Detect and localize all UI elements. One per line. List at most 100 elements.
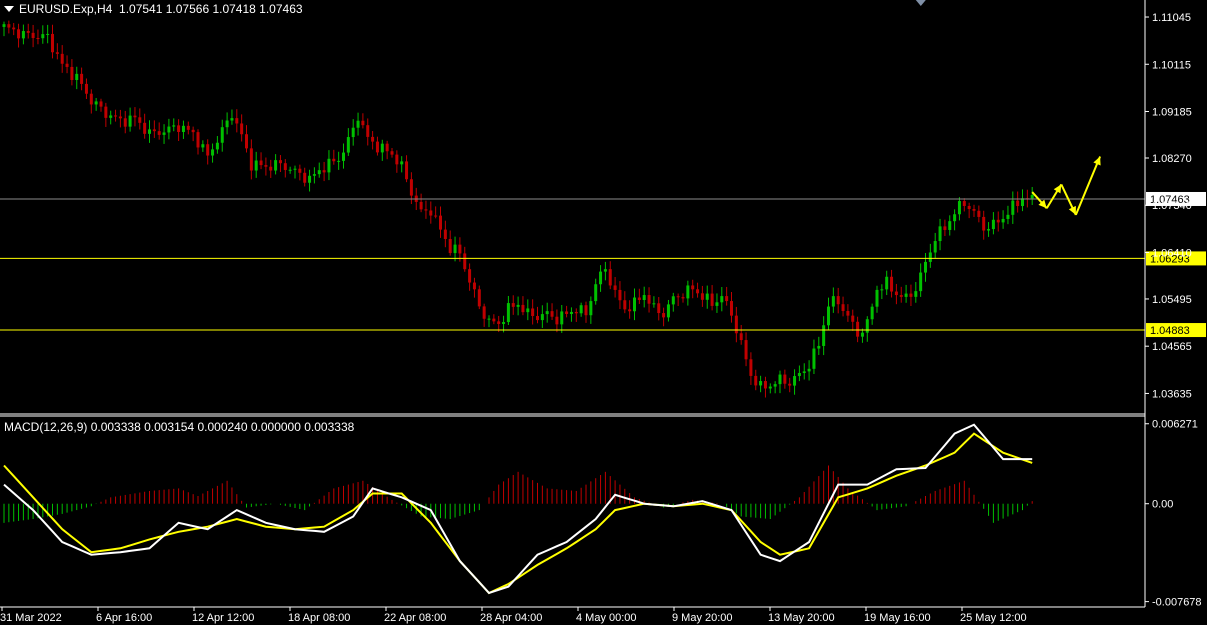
candle-body <box>560 311 564 325</box>
candle-body <box>982 216 986 231</box>
candle-body <box>298 168 302 173</box>
candle-body <box>700 293 704 300</box>
price-tag-label: 1.04883 <box>1150 325 1190 337</box>
candle-body <box>953 214 957 222</box>
candle-body <box>628 309 632 312</box>
candle-body <box>579 305 583 314</box>
candle-body <box>375 141 379 153</box>
candle-body <box>831 296 835 307</box>
candle-body <box>783 374 787 384</box>
candle-body <box>1006 214 1010 219</box>
candle-body <box>608 269 612 286</box>
candle-body <box>477 289 481 307</box>
candle-body <box>773 384 777 387</box>
price-tick-label: 1.11045 <box>1152 12 1191 24</box>
candle-body <box>395 154 399 165</box>
candle-body <box>618 289 622 301</box>
price-tick-label: 1.05495 <box>1152 294 1192 306</box>
candle-body <box>31 32 35 39</box>
macd-signal-line <box>3 432 1033 595</box>
candle-body <box>807 368 811 372</box>
candle-body <box>380 143 384 153</box>
candle-body <box>458 244 462 254</box>
candle-body <box>89 93 93 105</box>
candle-body <box>177 125 181 132</box>
time-tick-label: 9 May 20:00 <box>672 612 733 624</box>
candle-body <box>346 137 350 153</box>
candle-body <box>904 293 908 297</box>
candle-body <box>739 333 743 341</box>
candle-body <box>536 315 539 321</box>
macd-tick-label: -0.007678 <box>1152 597 1202 609</box>
candle-body <box>75 73 79 81</box>
candle-body <box>991 219 995 230</box>
candle-body <box>148 129 151 134</box>
price-chart[interactable]: 1.074631.062931.048831.110451.101151.091… <box>0 0 1207 625</box>
candle-body <box>419 201 423 210</box>
candle-body <box>7 24 11 28</box>
candle-body <box>686 285 690 299</box>
candle-body <box>235 118 239 124</box>
candle-body <box>482 306 486 319</box>
shift-marker-icon[interactable] <box>915 0 926 6</box>
candle-body <box>109 115 113 118</box>
time-tick-label: 25 May 12:00 <box>960 612 1027 624</box>
price-tick-label: 1.10115 <box>1152 59 1191 71</box>
candle-body <box>759 381 763 386</box>
candle-body <box>681 297 685 299</box>
candle-body <box>405 161 409 180</box>
candle-body <box>613 285 617 290</box>
candle-body <box>21 31 25 39</box>
candle-body <box>51 33 54 53</box>
candle-body <box>60 53 64 64</box>
candle-body <box>603 269 607 272</box>
candle-body <box>856 321 860 337</box>
candle-body <box>933 241 937 253</box>
candle-body <box>899 295 903 297</box>
candle-body <box>99 101 103 107</box>
candle-body <box>167 126 171 133</box>
candle-body <box>472 282 476 290</box>
candle-body <box>550 311 554 317</box>
candle-body <box>574 311 578 314</box>
candle-body <box>967 205 971 209</box>
candle-body <box>269 166 273 171</box>
candle-body <box>744 340 748 360</box>
candle-body <box>715 302 719 306</box>
candle-body <box>793 376 797 386</box>
time-tick-label: 6 Apr 16:00 <box>96 612 152 624</box>
candle-body <box>259 160 263 166</box>
candle-body <box>191 129 195 133</box>
candle-body <box>526 308 530 313</box>
candle-body <box>2 24 6 27</box>
candle-body <box>322 170 326 173</box>
candle-body <box>26 31 30 33</box>
candle-body <box>841 304 845 311</box>
candle-body <box>337 160 341 162</box>
candle-body <box>502 322 506 324</box>
candle-body <box>652 303 656 305</box>
candle-body <box>851 315 855 322</box>
candle-body <box>875 289 879 307</box>
forecast-arrow <box>1074 156 1102 216</box>
candle-body <box>1001 218 1005 223</box>
candle-body <box>763 381 767 389</box>
candle-body <box>730 301 733 316</box>
candle-body <box>278 160 282 164</box>
candle-body <box>12 27 16 30</box>
main-price-pane <box>0 20 1145 398</box>
candle-body <box>138 117 142 123</box>
candle-body <box>400 161 404 165</box>
candle-body <box>143 122 147 134</box>
candle-body <box>584 305 588 316</box>
candle-body <box>836 296 840 305</box>
candle-body <box>181 125 185 132</box>
candle-body <box>977 210 981 217</box>
candle-body <box>317 170 321 175</box>
candle-body <box>342 152 345 161</box>
candle-body <box>569 311 573 314</box>
time-tick-label: 22 Apr 08:00 <box>384 612 446 624</box>
candle-body <box>710 293 714 306</box>
candle-body <box>778 374 782 385</box>
candle-body <box>589 301 593 316</box>
